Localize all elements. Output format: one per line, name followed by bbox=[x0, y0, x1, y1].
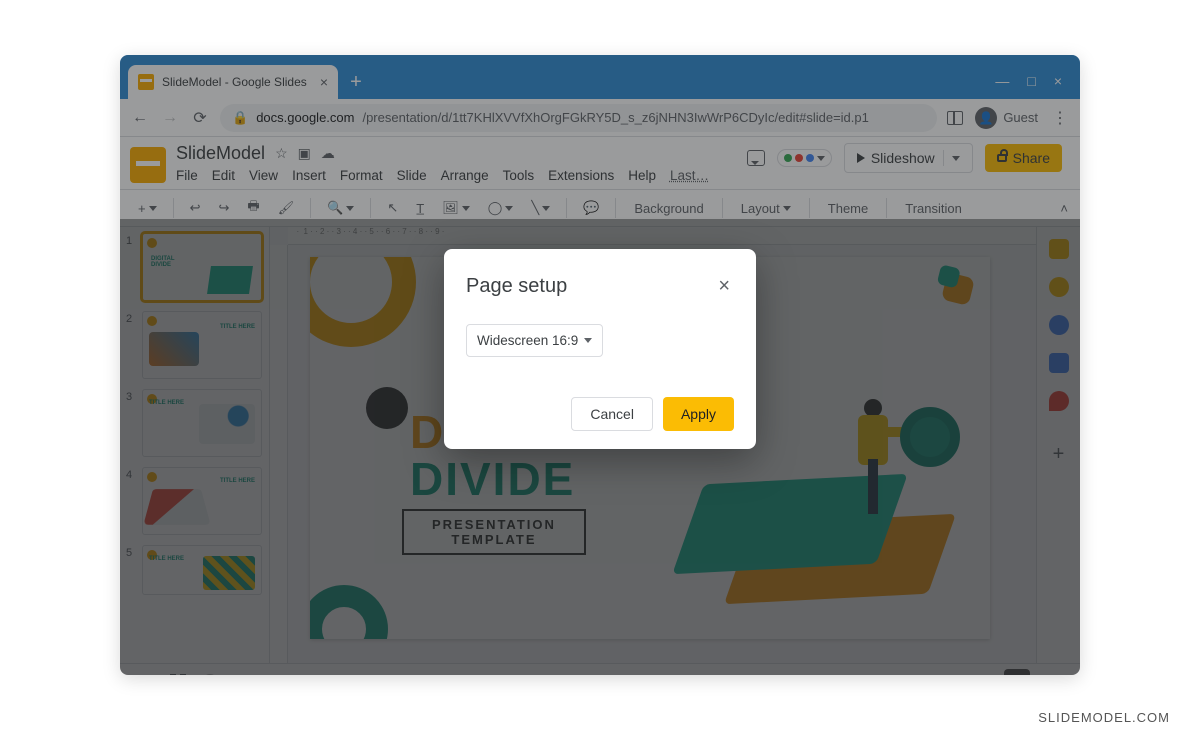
watermark: SLIDEMODEL.COM bbox=[1038, 710, 1170, 725]
aspect-ratio-select[interactable]: Widescreen 16:9 bbox=[466, 324, 603, 357]
dialog-close-icon[interactable]: × bbox=[714, 271, 734, 302]
dialog-title: Page setup bbox=[466, 275, 567, 298]
apply-button[interactable]: Apply bbox=[663, 397, 734, 431]
page-setup-dialog: Page setup × Widescreen 16:9 Cancel Appl… bbox=[444, 249, 756, 449]
browser-window: SlideModel - Google Slides × + — □ × ← →… bbox=[120, 55, 1080, 675]
aspect-ratio-value: Widescreen 16:9 bbox=[477, 333, 578, 348]
chevron-down-icon bbox=[584, 338, 592, 343]
cancel-button[interactable]: Cancel bbox=[571, 397, 653, 431]
